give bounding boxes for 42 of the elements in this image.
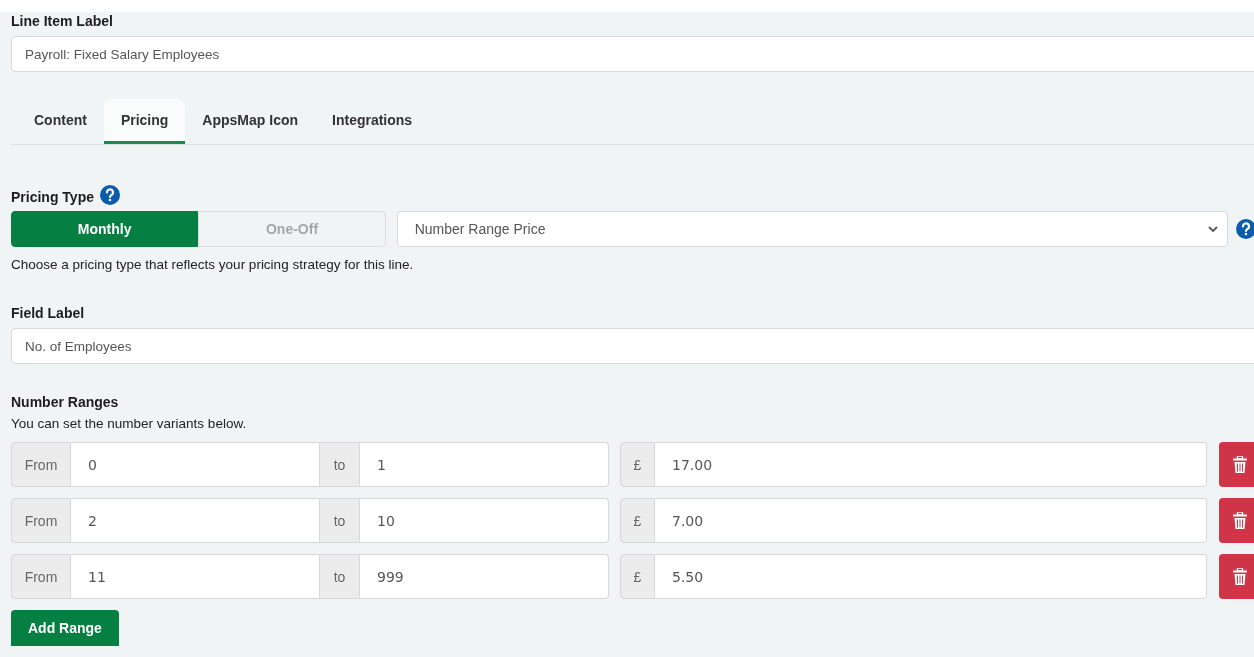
trash-icon xyxy=(1232,568,1247,585)
price-input[interactable]: 7.00 xyxy=(655,498,1207,543)
help-icon[interactable] xyxy=(1236,219,1254,239)
pricing-select[interactable]: Number Range Price xyxy=(396,211,1228,247)
tab[interactable]: Content xyxy=(17,99,104,144)
field-label: Field Label xyxy=(11,305,86,321)
chevron-down-icon xyxy=(1208,225,1218,233)
trash-icon xyxy=(1232,456,1247,473)
from-label: From xyxy=(11,442,71,487)
section-subtitle: You can set the number variants below. xyxy=(11,416,248,431)
from-label: From xyxy=(11,498,71,543)
to-label: to xyxy=(320,498,360,543)
currency-label: £ xyxy=(620,442,655,487)
price-input[interactable]: 5.50 xyxy=(655,554,1207,599)
from-input[interactable]: 2 xyxy=(71,498,320,543)
help-text: Choose a pricing type that reflects your pricing strategy for this line. xyxy=(11,257,415,272)
tab[interactable]: Pricing xyxy=(103,99,186,144)
input-field[interactable]: No. of Employees xyxy=(11,328,1254,364)
field-label: Line Item Label xyxy=(11,13,114,29)
tab[interactable]: AppsMap Icon xyxy=(185,99,316,144)
to-input[interactable]: 1 xyxy=(360,442,609,487)
trash-icon xyxy=(1232,512,1247,529)
tab[interactable]: Integrations xyxy=(315,99,430,144)
delete-button[interactable] xyxy=(1219,498,1254,543)
help-icon[interactable] xyxy=(100,185,120,205)
to-label: to xyxy=(320,554,360,599)
price-input[interactable]: 17.00 xyxy=(655,442,1207,487)
section-title: Number Ranges xyxy=(11,394,120,410)
field-label: Pricing Type xyxy=(11,189,94,205)
delete-button[interactable] xyxy=(1219,442,1254,487)
input-field[interactable]: Payroll: Fixed Salary Employees xyxy=(11,36,1254,72)
to-label: to xyxy=(320,442,360,487)
delete-button[interactable] xyxy=(1219,554,1254,599)
currency-label: £ xyxy=(620,554,655,599)
from-input[interactable]: 0 xyxy=(71,442,320,487)
to-input[interactable]: 10 xyxy=(360,498,609,543)
currency-label: £ xyxy=(620,498,655,543)
pricing-option[interactable]: Monthly xyxy=(11,211,199,247)
add-range-button[interactable]: Add Range xyxy=(11,610,119,646)
from-label: From xyxy=(11,554,71,599)
to-input[interactable]: 999 xyxy=(360,554,609,599)
from-input[interactable]: 11 xyxy=(71,554,320,599)
